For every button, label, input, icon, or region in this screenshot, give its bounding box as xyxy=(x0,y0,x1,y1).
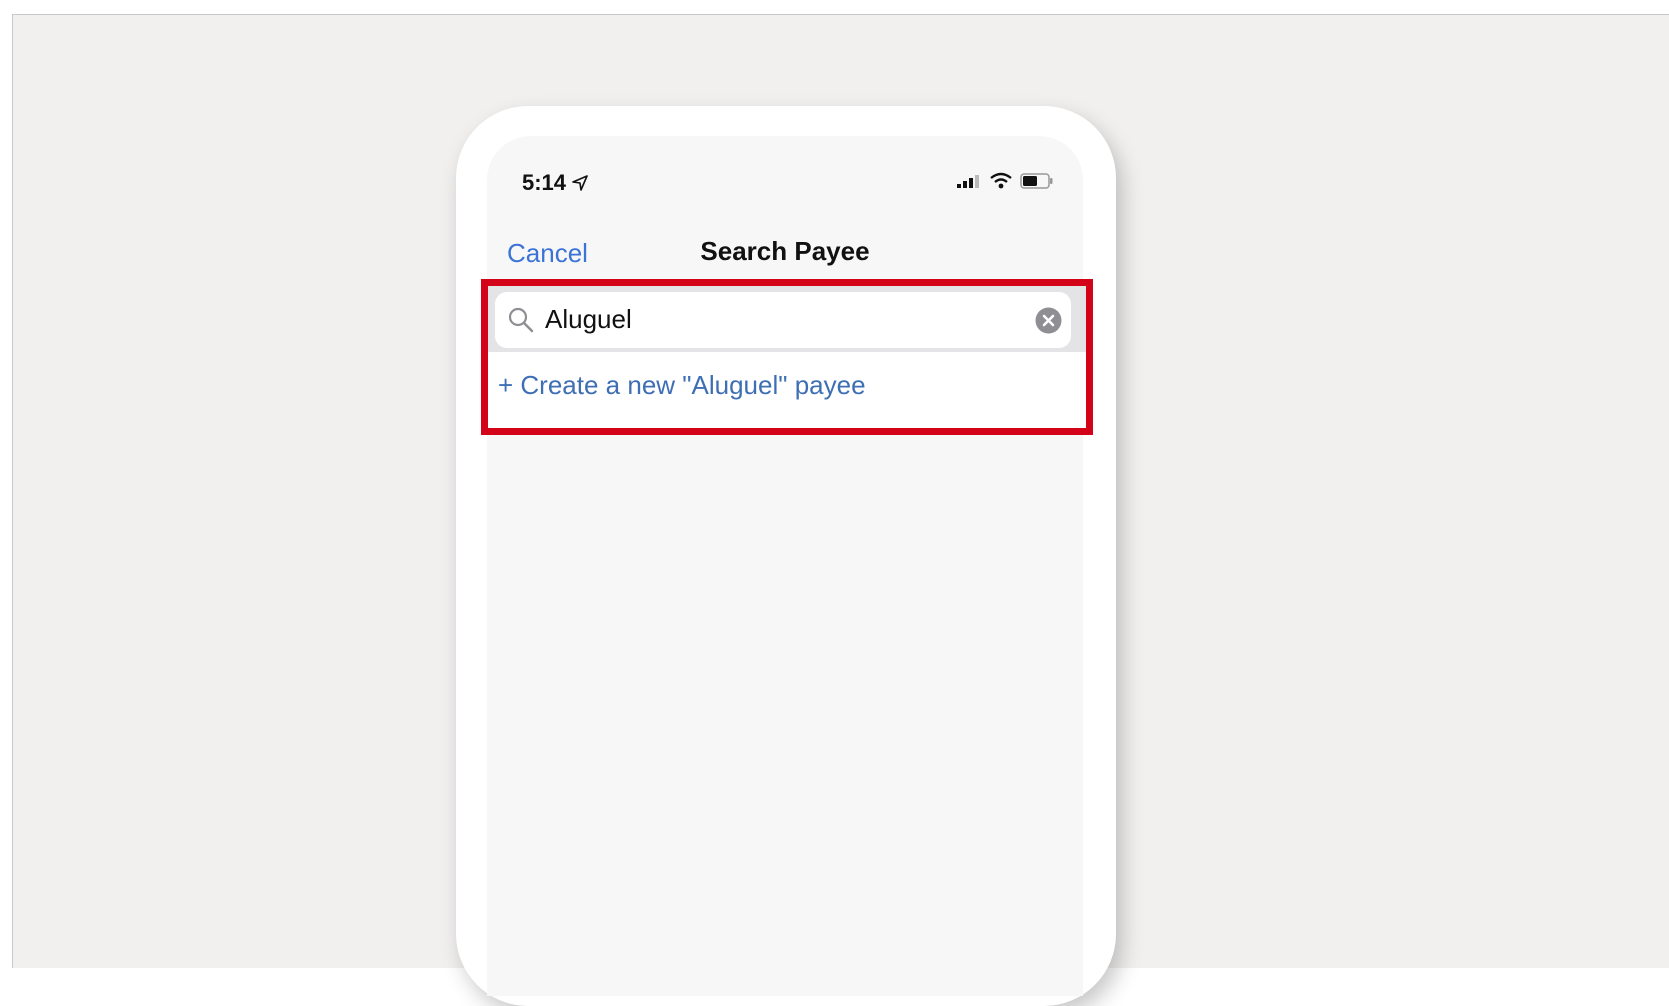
signal-icon xyxy=(957,175,979,188)
status-icons xyxy=(956,172,1054,190)
clear-icon[interactable] xyxy=(1035,307,1062,334)
page-title: Search Payee xyxy=(700,236,870,266)
search-input[interactable]: Aluguel xyxy=(495,292,1071,348)
search-icon xyxy=(508,307,534,333)
create-payee-button[interactable]: + Create a new "Aluguel" payee xyxy=(498,370,866,401)
status-time: 5:14 xyxy=(522,170,588,196)
cancel-button[interactable]: Cancel xyxy=(507,238,588,269)
battery-icon xyxy=(1020,173,1053,189)
location-arrow-icon xyxy=(572,175,588,191)
search-input-value[interactable]: Aluguel xyxy=(545,302,632,336)
status-time-text: 5:14 xyxy=(522,170,567,195)
wifi-icon xyxy=(990,172,1012,189)
